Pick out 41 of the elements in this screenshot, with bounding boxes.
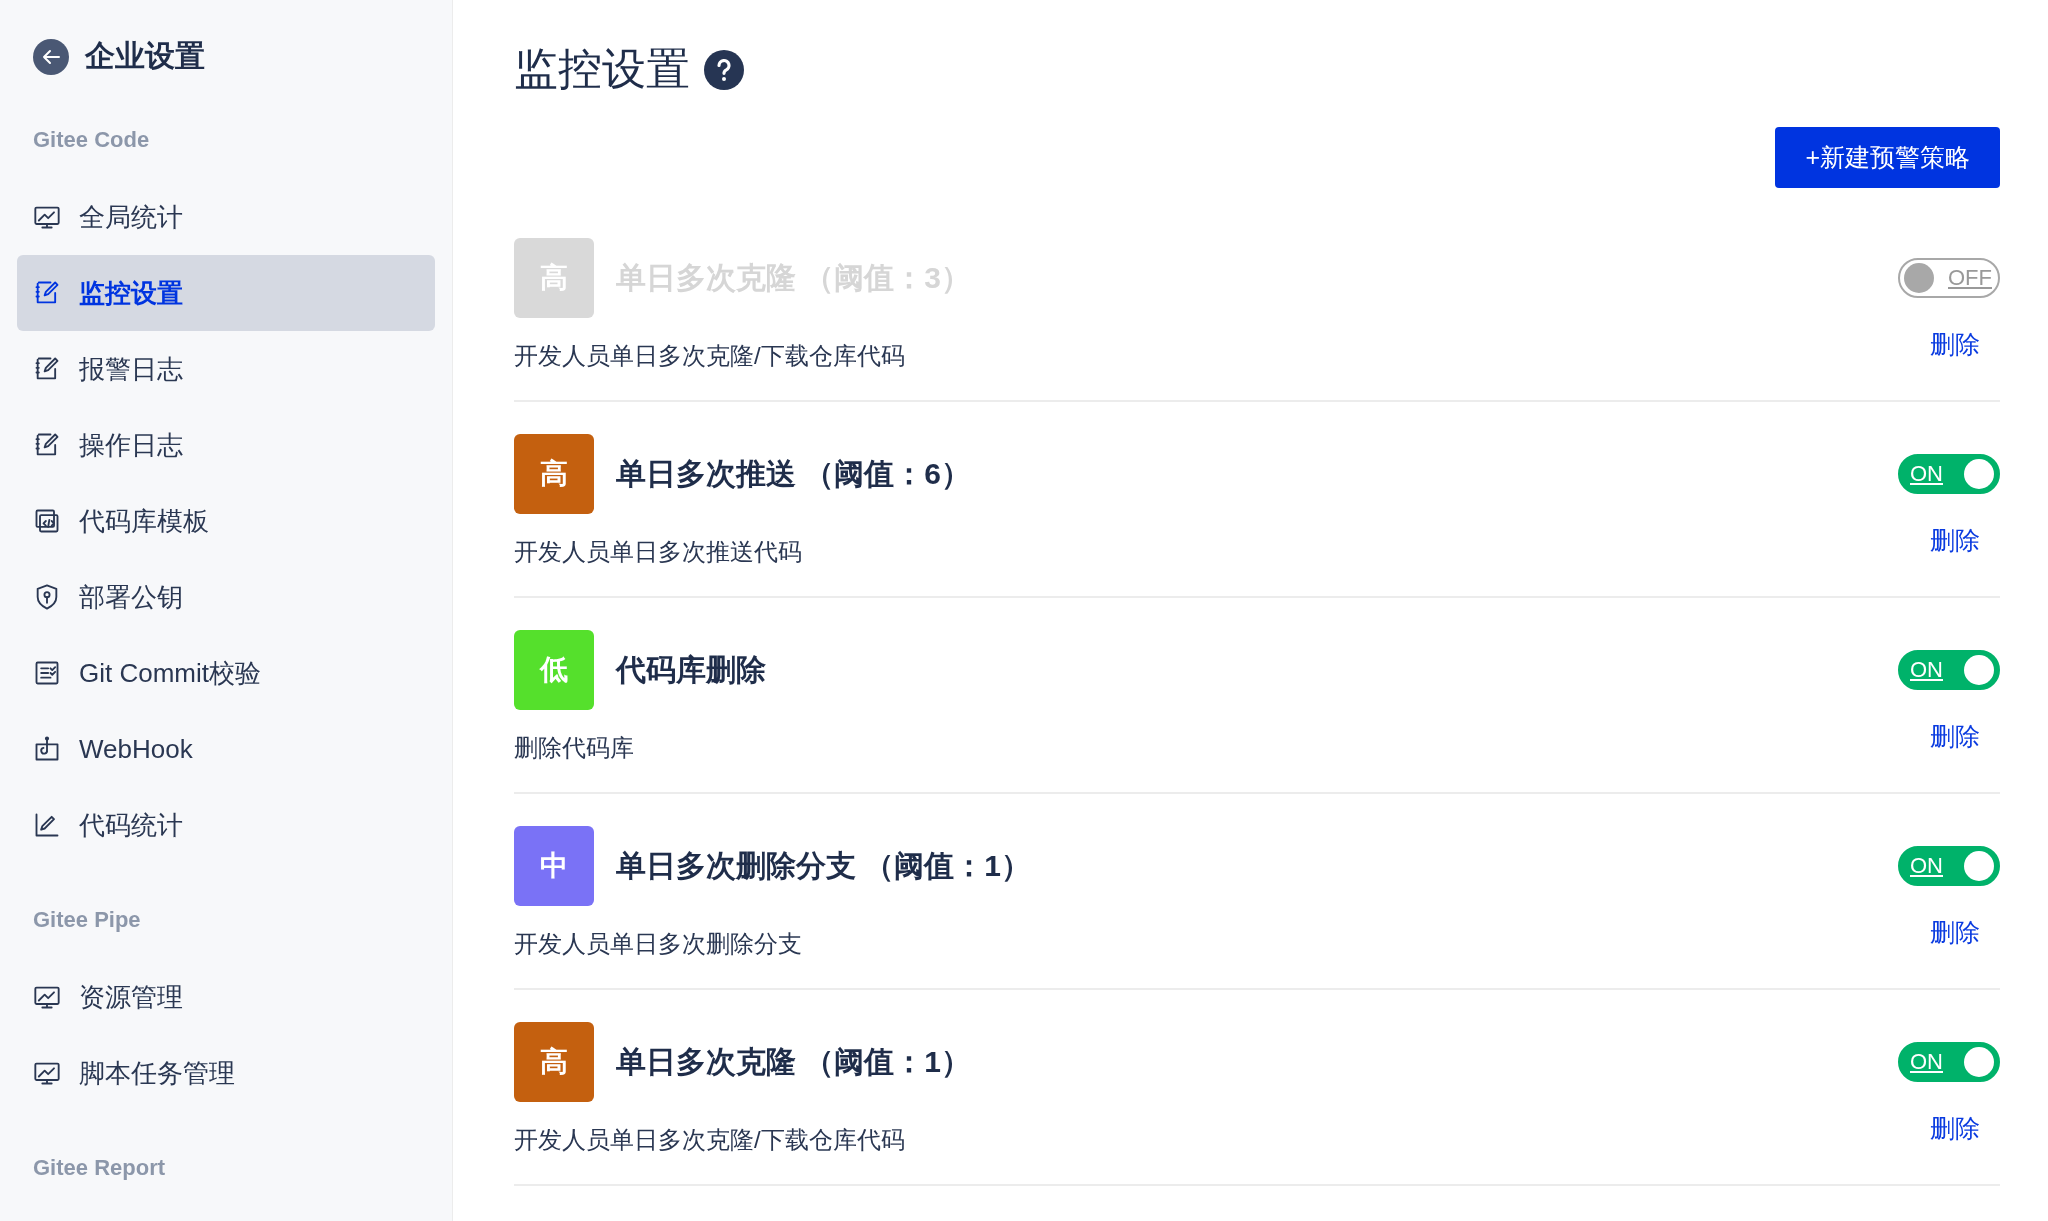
delete-link[interactable]: 删除 <box>1930 524 1980 557</box>
level-badge: 中 <box>514 826 594 906</box>
settings-title: 企业设置 <box>85 38 205 74</box>
sidebar-item[interactable]: Git Commit校验 <box>17 635 435 711</box>
section-heading: Gitee Report <box>32 1154 167 1182</box>
delete-link[interactable]: 删除 <box>1930 916 1980 949</box>
level-badge: 低 <box>514 630 594 710</box>
sidebar-item[interactable]: 报警日志 <box>17 331 435 407</box>
sidebar-item[interactable]: 代码库模板 <box>17 483 435 559</box>
rule-title: 单日多次克隆 （阈值：1） <box>616 1043 972 1080</box>
level-badge: 高 <box>514 1022 594 1102</box>
rule-description: 删除代码库 <box>514 733 635 763</box>
checklist-icon <box>33 659 61 687</box>
help-icon[interactable] <box>704 49 744 90</box>
delete-link[interactable]: 删除 <box>1930 1112 1980 1145</box>
rule-description: 开发人员单日多次克隆/下载仓库代码 <box>514 1125 906 1155</box>
sidebar-item[interactable]: 监控设置 <box>17 255 435 331</box>
sidebar-item[interactable]: 脚本任务管理 <box>17 1035 435 1111</box>
rule-description: 开发人员单日多次删除分支 <box>514 929 803 959</box>
sidebar-item[interactable]: 部署公钥 <box>17 559 435 635</box>
back-icon[interactable] <box>33 38 69 75</box>
level-badge: 高 <box>514 434 594 514</box>
sidebar-item[interactable]: 全局统计 <box>17 179 435 255</box>
rule-title: 单日多次推送 （阈值：6） <box>616 455 972 492</box>
delete-link[interactable]: 删除 <box>1930 328 1980 361</box>
chart-edit-icon <box>33 811 61 839</box>
sidebar-item[interactable]: 代码统计 <box>17 787 435 863</box>
section-heading: Gitee Pipe <box>32 906 142 934</box>
sidebar-item[interactable]: 资源管理 <box>17 959 435 1035</box>
new-alert-policy-button[interactable]: +新建预警策略 <box>1775 127 2000 188</box>
webhook-icon <box>33 735 61 763</box>
sidebar-item[interactable]: WebHook <box>17 711 435 787</box>
delete-link[interactable]: 删除 <box>1930 720 1980 753</box>
template-icon <box>33 507 61 535</box>
page-title: 监控设置 <box>514 43 690 95</box>
section-heading: Gitee Code <box>32 126 151 154</box>
rule-title: 代码库删除 <box>616 651 766 688</box>
rule-description: 开发人员单日多次推送代码 <box>514 537 803 567</box>
rule-description: 开发人员单日多次克隆/下载仓库代码 <box>514 341 906 371</box>
sidebar-item[interactable]: 操作日志 <box>17 407 435 483</box>
rule-title: 单日多次删除分支 （阈值：1） <box>616 847 1032 884</box>
